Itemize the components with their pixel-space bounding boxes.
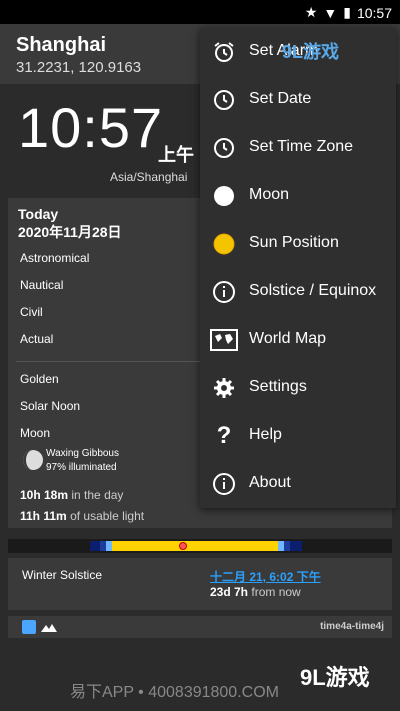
sun-icon [213,233,235,255]
map-icon [210,329,238,351]
status-icons: ★ ▼ ▮ 10:57 [305,4,392,21]
solstice-title: Winter Solstice [22,568,103,582]
day-length-text: in the day [71,488,124,502]
night-segment [290,541,302,551]
solstice-until: 23d 7h from now [210,585,301,599]
row-solar-noon: Solar Noon [20,399,81,413]
info-icon [213,281,235,303]
row-astronomical: Astronomical [20,251,90,265]
clock-icon [214,90,234,110]
day-length: 10h 18m in the day [20,488,123,502]
gear-icon [214,378,234,398]
clock-icon [214,138,234,158]
menu-label: Solstice / Equinox [249,282,377,299]
daylight-segment [112,541,278,551]
solstice-until-text: from now [251,585,301,599]
day-length-value: 10h 18m [20,488,69,502]
moon-phase-icon [23,450,43,470]
menu-item-about[interactable]: About [200,460,396,508]
info-icon [213,473,235,495]
moon-phase: Waxing Gibbous [46,448,119,459]
moon-illumination: 97% illuminated [46,462,117,473]
menu-label: Moon [249,186,290,203]
menu-label: Set Time Zone [249,138,354,155]
menu-item-help[interactable]: ? Help [200,412,396,460]
menu-label: About [249,474,291,491]
menu-item-sun-position[interactable]: Sun Position [200,220,396,268]
status-bar: ★ ▼ ▮ 10:57 [0,0,400,24]
time-provider: time4a-time4j [320,621,384,632]
help-icon: ? [216,422,232,449]
menu-label: Help [249,426,282,443]
row-civil: Civil [20,305,43,319]
row-nautical: Nautical [20,278,64,292]
row-golden: Golden [20,372,59,386]
usable-light-text: of usable light [70,509,145,523]
solstice-card[interactable]: Winter Solstice 十二月 21, 6:02 下午 23d 7h f… [8,558,392,610]
menu-item-world-map[interactable]: World Map [200,316,396,364]
day-timeline-bar[interactable] [8,539,392,553]
brand-logo-bottom: 9L游戏 [300,665,370,690]
clock-ampm: 上午 [158,145,194,165]
wifi-icon: ▼ [323,4,338,21]
solstice-date-link[interactable]: 十二月 21, 6:02 下午 [210,568,321,585]
menu-item-solstice-equinox[interactable]: Solstice / Equinox [200,268,396,316]
menu-label: Settings [249,378,307,395]
solstice-until-value: 23d 7h [210,585,249,599]
brand-logo-top: 9L游戏 [282,42,340,62]
menu-label: World Map [249,330,327,347]
menu-item-settings[interactable]: Settings [200,364,396,412]
battery-icon: ▮ [343,4,351,20]
usable-light: 11h 11m of usable light [20,509,144,523]
menu-item-set-time-zone[interactable]: Set Time Zone [200,124,396,172]
card-today-title: Today [18,206,59,222]
menu-item-set-date[interactable]: Set Date [200,76,396,124]
checkbox-icon[interactable] [22,620,36,634]
alarm-icon [214,42,234,62]
menu-label: Set Date [249,90,312,107]
menu-item-moon[interactable]: Moon [200,172,396,220]
overflow-menu: Set Alarm Set Date Set Time Zone Moon Su… [200,28,396,508]
moon-icon [214,186,234,206]
row-moon: Moon [20,426,51,440]
mountain-icon[interactable] [41,620,57,634]
usable-light-value: 11h 11m [20,509,67,523]
timezone-label[interactable]: Asia/Shanghai [110,170,187,184]
star-icon: ★ [304,4,318,20]
footer-card: time4a-time4j [8,616,392,638]
row-actual: Actual [20,332,54,346]
city-name: Shanghai [16,34,107,56]
card-date[interactable]: 2020年11月28日 [18,222,122,242]
clock-time[interactable]: 10:57 [18,95,163,160]
night-segment [90,541,100,551]
coordinates: 31.2231, 120.9163 [16,59,142,76]
menu-label: Sun Position [249,234,339,251]
status-time: 10:57 [356,4,392,21]
watermark-text: 易下APP • 4008391800.COM [70,684,279,701]
now-marker [179,542,187,550]
